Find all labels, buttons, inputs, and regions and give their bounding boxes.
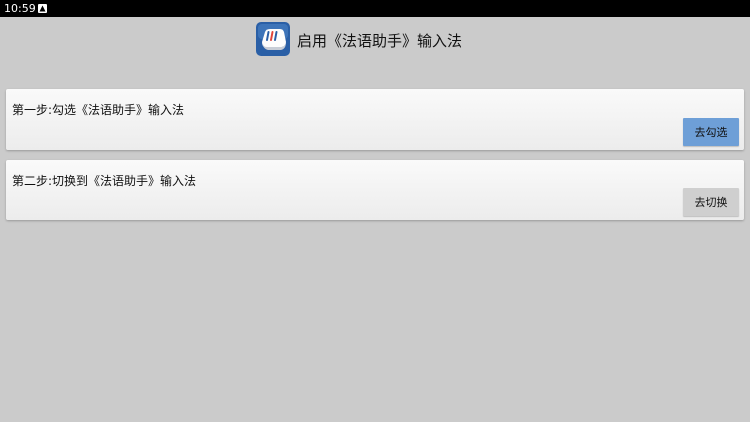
keyboard-key-icon (256, 22, 290, 56)
page-title: 启用《法语助手》输入法 (297, 32, 463, 50)
step-label-switch: 第二步:切换到《法语助手》输入法 (12, 174, 197, 188)
status-bar: 10:59 (0, 0, 750, 17)
step-label-check: 第一步:勾选《法语助手》输入法 (12, 103, 185, 117)
page-header: 启用《法语助手》输入法 (0, 20, 750, 58)
switch-ime-button[interactable]: 去切换 (683, 188, 739, 216)
step-card-switch: 第二步:切换到《法语助手》输入法 去切换 (6, 160, 744, 220)
status-time: 10:59 (4, 2, 36, 15)
step-card-check: 第一步:勾选《法语助手》输入法 去勾选 (6, 89, 744, 150)
android-notification-icon (38, 4, 47, 13)
check-ime-button[interactable]: 去勾选 (683, 118, 739, 146)
